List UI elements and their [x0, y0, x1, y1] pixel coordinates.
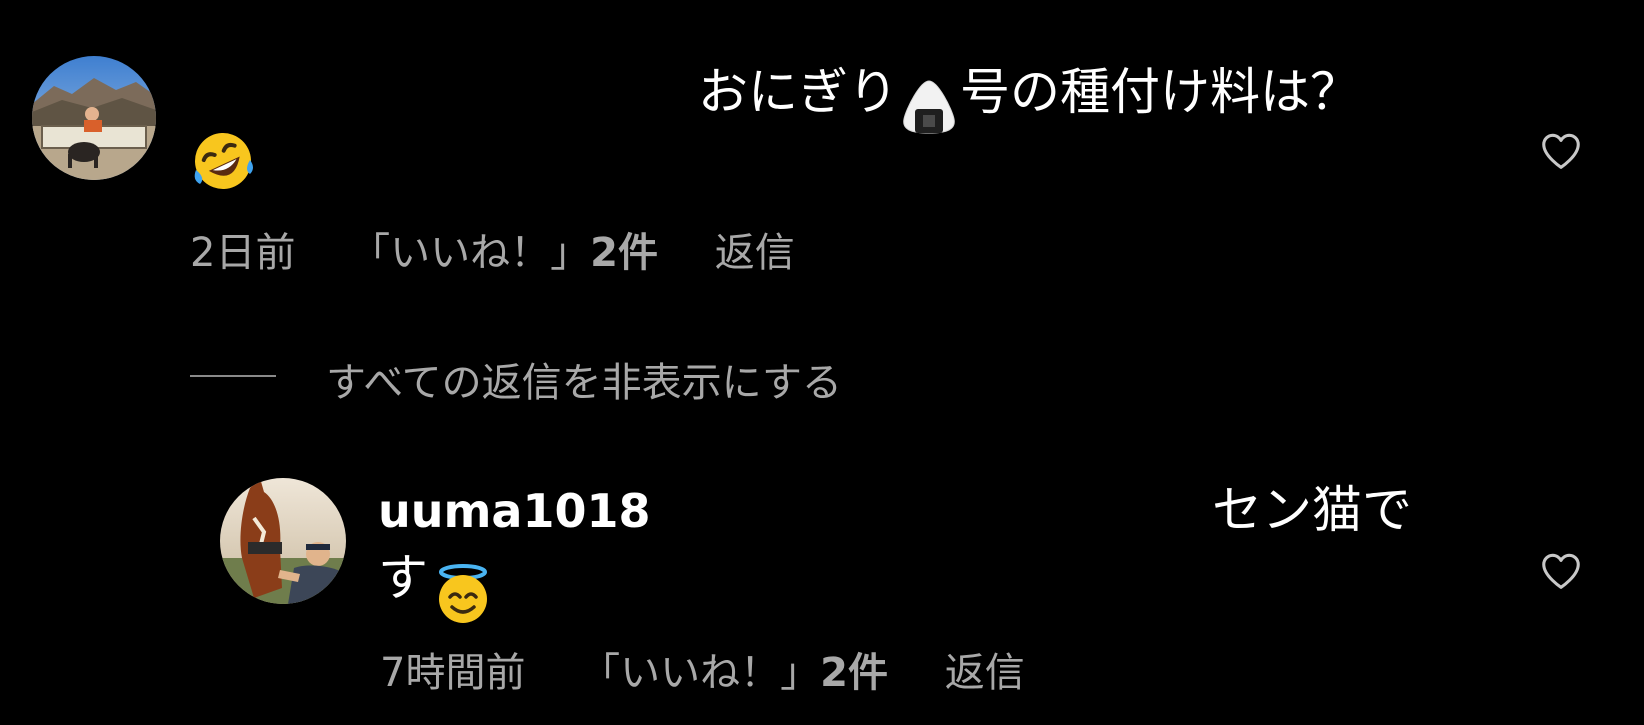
reply-avatar[interactable]	[220, 478, 346, 604]
heart-outline-icon	[1542, 553, 1580, 589]
comment-timestamp: 2日前	[190, 230, 296, 276]
reply-text-line2: す	[378, 548, 494, 623]
comment-text: おにぎり 号の種付け料は？	[698, 62, 1360, 134]
reply-reply-button[interactable]: 返信	[945, 650, 1025, 696]
reply-timestamp: 7時間前	[380, 650, 526, 696]
reply-like-button[interactable]	[1538, 548, 1584, 594]
reply-meta: 7時間前 「いいね！」2件 返信	[380, 640, 1025, 698]
heart-outline-icon	[1542, 133, 1580, 169]
reply-text-part2: す	[378, 549, 428, 607]
rofl-emoji-icon	[192, 130, 254, 192]
comment-likes-count: 2件	[590, 230, 659, 276]
reply-likes-count: 2件	[820, 650, 889, 696]
reply-username[interactable]: uuma1018	[378, 484, 651, 538]
comment-reply-button[interactable]: 返信	[715, 230, 795, 276]
comment-like-button[interactable]	[1538, 128, 1584, 174]
halo-smile-emoji-icon	[432, 560, 494, 623]
onigiri-emoji-icon	[898, 72, 960, 134]
comment-likes-prefix: 「いいね！」	[350, 230, 591, 276]
reply-likes[interactable]: 「いいね！」2件	[580, 650, 888, 696]
comment-meta: 2日前 「いいね！」2件 返信	[190, 220, 795, 278]
comment-text-part1: おにぎり	[698, 63, 898, 121]
comment-text-part2: 号の種付け料は？	[960, 63, 1360, 121]
commenter-avatar[interactable]	[32, 56, 156, 180]
hide-replies-button[interactable]: すべての返信を非表示にする	[326, 350, 842, 408]
hide-replies-divider	[190, 375, 276, 377]
comment-likes[interactable]: 「いいね！」2件	[350, 230, 658, 276]
reply-text-line1: セン猫で	[1212, 481, 1412, 539]
reply-likes-prefix: 「いいね！」	[580, 650, 821, 696]
